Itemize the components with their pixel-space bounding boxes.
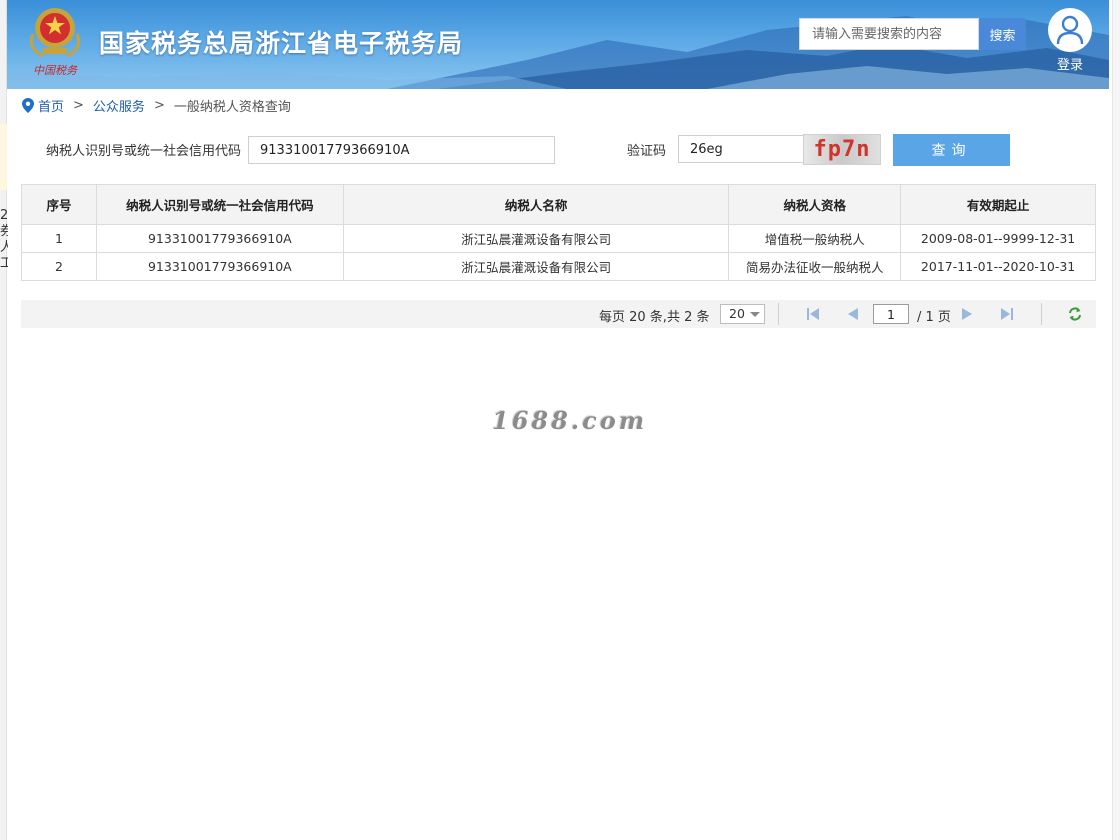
taxid-label: 纳税人识别号或统一社会信用代码	[46, 144, 242, 159]
cell-name: 浙江弘晨灌溉设备有限公司	[342, 224, 730, 253]
refresh-icon	[1069, 307, 1081, 321]
taxid-input[interactable]	[248, 136, 555, 164]
prev-page-button[interactable]	[845, 307, 861, 321]
cell-qualification: 简易办法征收一般纳税人	[728, 252, 902, 281]
svg-text:中国税务: 中国税务	[33, 64, 78, 77]
next-page-icon	[962, 308, 972, 320]
location-pin-icon	[22, 97, 34, 113]
breadcrumb-current: 一般纳税人资格查询	[173, 99, 291, 115]
column-header-name: 纳税人名称	[342, 184, 730, 225]
cell-index: 2	[21, 252, 97, 281]
page-size-select[interactable]: 20	[720, 304, 765, 324]
table-row: 1 91331001779366910A 浙江弘晨灌溉设备有限公司 增值税一般纳…	[21, 224, 1096, 253]
pagination-bar: 每页 20 条,共 2 条 20 / 1 页	[21, 300, 1096, 328]
cell-validity: 2017-11-01--2020-10-31	[900, 252, 1096, 281]
first-page-icon	[807, 308, 819, 320]
table-row: 2 91331001779366910A 浙江弘晨灌溉设备有限公司 简易办法征收…	[21, 252, 1096, 281]
last-page-button[interactable]	[999, 307, 1015, 321]
result-table: 序号 纳税人识别号或统一社会信用代码 纳税人名称 纳税人资格 有效期起止 1 9…	[21, 184, 1096, 281]
pager-divider	[778, 303, 779, 325]
cell-validity: 2009-08-01--9999-12-31	[900, 224, 1096, 253]
left-clipped-text: 20 券 人 工	[0, 208, 8, 271]
user-icon	[1056, 15, 1084, 45]
breadcrumb-home-link[interactable]: 首页	[38, 96, 64, 115]
breadcrumb: 首页 > 公众服务 > 一般纳税人资格查询	[22, 96, 291, 115]
captcha-input[interactable]	[678, 135, 804, 163]
page-number-input[interactable]	[873, 304, 909, 324]
cell-qualification: 增值税一般纳税人	[728, 224, 902, 253]
column-header-taxid: 纳税人识别号或统一社会信用代码	[95, 184, 344, 225]
login-label[interactable]: 登录	[1047, 54, 1093, 73]
query-button[interactable]: 查询	[893, 134, 1010, 166]
column-header-qualification: 纳税人资格	[728, 184, 902, 225]
page-size-value: 20	[729, 306, 745, 321]
breadcrumb-separator: >	[153, 97, 165, 113]
prev-page-icon	[848, 308, 858, 320]
breadcrumb-section-link[interactable]: 公众服务	[93, 96, 145, 115]
cell-taxid: 91331001779366910A	[95, 224, 344, 253]
cell-index: 1	[21, 224, 97, 253]
search-button[interactable]: 搜索	[979, 18, 1026, 50]
chevron-down-icon	[750, 312, 760, 317]
tax-emblem-logo: 中国税务	[25, 4, 85, 78]
first-page-button[interactable]	[805, 307, 821, 321]
captcha-image[interactable]: fp7n	[803, 134, 881, 165]
column-header-index: 序号	[21, 184, 97, 225]
breadcrumb-separator: >	[73, 97, 84, 113]
login-button[interactable]: 登录	[1047, 8, 1093, 73]
site-header: 中国税务 国家税务总局浙江省电子税务局 搜索 登录	[7, 0, 1109, 89]
pagination-summary: 每页 20 条,共 2 条	[599, 310, 710, 325]
watermark: 1688.com	[492, 406, 648, 435]
captcha-label: 验证码	[627, 144, 667, 159]
page-total: / 1 页	[917, 310, 951, 325]
refresh-button[interactable]	[1067, 307, 1083, 321]
search-input[interactable]	[799, 18, 979, 50]
emblem-icon: 中国税务	[29, 8, 81, 77]
pager-divider	[1041, 303, 1042, 325]
user-avatar[interactable]	[1048, 8, 1092, 52]
right-scrollbar-track[interactable]	[1112, 0, 1120, 840]
cell-name: 浙江弘晨灌溉设备有限公司	[342, 252, 730, 281]
table-header-row: 序号 纳税人识别号或统一社会信用代码 纳税人名称 纳税人资格 有效期起止	[21, 184, 1096, 225]
next-page-button[interactable]	[959, 307, 975, 321]
left-accent-strip	[0, 124, 7, 190]
site-title: 国家税务总局浙江省电子税务局	[99, 29, 464, 58]
last-page-icon	[1001, 308, 1013, 320]
column-header-validity: 有效期起止	[900, 184, 1096, 225]
cell-taxid: 91331001779366910A	[95, 252, 344, 281]
